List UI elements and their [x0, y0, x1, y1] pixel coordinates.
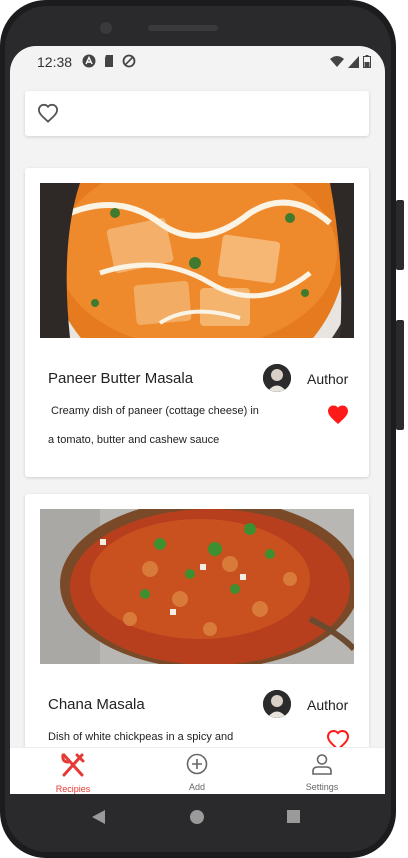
- nav-label-add: Add: [188, 782, 205, 792]
- description-line: Creamy dish of paneer (cottage cheese) i…: [51, 405, 259, 417]
- recipe-description: Creamy dish of paneer (cottage cheese) i…: [48, 397, 268, 455]
- recipe-image[interactable]: [40, 183, 354, 338]
- heart-outline-icon[interactable]: [37, 103, 59, 123]
- status-time: 12:38: [37, 54, 73, 70]
- notification-icons: [82, 54, 136, 68]
- app-notification-icon: [82, 54, 96, 68]
- back-icon[interactable]: [92, 810, 106, 824]
- home-icon[interactable]: [190, 810, 204, 824]
- recents-icon[interactable]: [287, 810, 300, 823]
- favorites-filter-bar[interactable]: [25, 91, 369, 136]
- front-camera: [100, 22, 112, 34]
- nav-item-settings[interactable]: Settings: [277, 752, 367, 792]
- nav-label-settings: Settings: [305, 782, 339, 792]
- status-bar: 12:38: [10, 46, 385, 78]
- nav-label-recipes: Recipies: [55, 784, 91, 794]
- chana-masala-photo: [40, 509, 354, 664]
- person-icon: [312, 754, 332, 775]
- author-avatar[interactable]: [263, 364, 291, 392]
- author-label[interactable]: Author: [307, 371, 348, 387]
- author-avatar[interactable]: [263, 690, 291, 718]
- recipe-card[interactable]: Chana Masala Author Dish of white chickp…: [25, 494, 369, 784]
- fork-knife-icon: [61, 753, 85, 777]
- nav-item-recipes[interactable]: Recipies: [28, 752, 118, 794]
- power-button: [396, 200, 404, 270]
- author-label[interactable]: Author: [307, 697, 348, 713]
- description-line: a tomato, butter and cashew sauce: [48, 434, 220, 446]
- signal-icon: [348, 55, 359, 68]
- favorite-filled-icon[interactable]: [325, 403, 351, 425]
- phone-frame: 12:38 Paneer Butter Masala Author Creamy…: [0, 0, 408, 858]
- status-right-icons: [330, 55, 371, 68]
- sd-card-icon: [105, 55, 113, 67]
- paneer-butter-masala-photo: [40, 183, 354, 338]
- app-screen: 12:38 Paneer Butter Masala Author Creamy…: [10, 46, 385, 794]
- system-navigation-bar: [10, 794, 385, 840]
- battery-icon: [363, 55, 371, 68]
- recipe-title: Chana Masala: [48, 696, 145, 713]
- avatar-photo: [263, 690, 291, 718]
- volume-button: [396, 320, 404, 430]
- wifi-icon: [330, 55, 344, 67]
- add-circle-icon: [186, 753, 208, 775]
- earpiece-speaker: [148, 25, 218, 31]
- avatar-photo: [263, 364, 291, 392]
- recipe-image[interactable]: [40, 509, 354, 664]
- sync-icon: [122, 54, 136, 68]
- recipe-title: Paneer Butter Masala: [48, 370, 194, 387]
- recipe-card[interactable]: Paneer Butter Masala Author Creamy dish …: [25, 168, 369, 477]
- bottom-navigation: Recipies Add Settings: [10, 747, 385, 794]
- nav-item-add[interactable]: Add: [152, 752, 242, 792]
